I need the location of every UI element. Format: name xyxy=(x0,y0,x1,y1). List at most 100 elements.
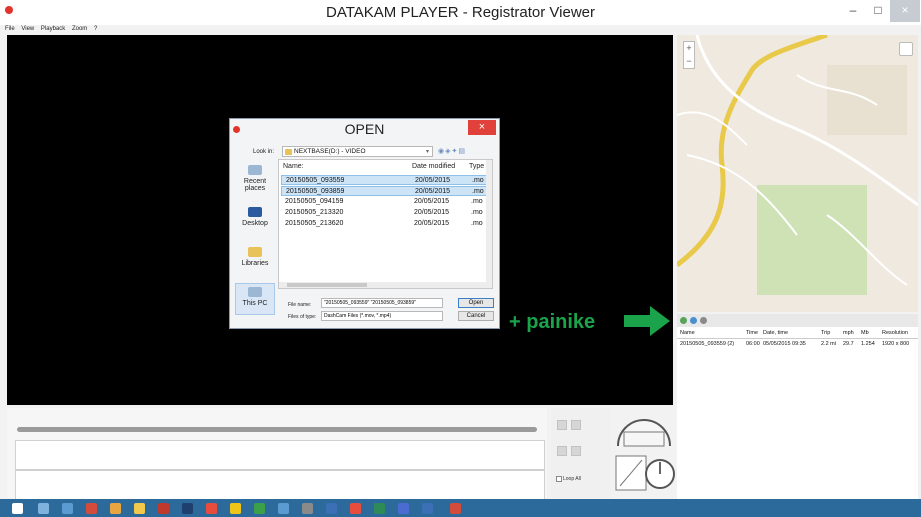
menu-view[interactable]: View xyxy=(21,25,34,34)
file-row[interactable]: 20150505_213620 20/05/2015 .mo xyxy=(281,219,487,229)
annotation-label: + painike xyxy=(509,311,596,333)
place-recent[interactable]: Recent places xyxy=(235,165,275,192)
file-name-label: File name: xyxy=(288,302,312,308)
taskbar-app-icon[interactable] xyxy=(302,503,313,514)
col-file-name[interactable]: Name: xyxy=(283,163,304,170)
next-icon[interactable] xyxy=(571,446,581,456)
col-date-time[interactable]: Date, time xyxy=(763,330,788,336)
menu-playback[interactable]: Playback xyxy=(41,25,65,34)
add-icon[interactable] xyxy=(680,317,687,324)
taskbar-app-icon[interactable] xyxy=(254,503,265,514)
graph-track[interactable] xyxy=(15,440,545,470)
playback-controls: Loop All xyxy=(551,408,611,498)
remove-icon[interactable] xyxy=(690,317,697,324)
zoom-out-button[interactable]: − xyxy=(684,55,694,68)
graph-track[interactable] xyxy=(15,470,545,500)
place-label: Libraries xyxy=(241,260,269,267)
taskbar-app-icon[interactable] xyxy=(374,503,385,514)
zoom-in-button[interactable]: + xyxy=(684,42,694,55)
taskbar-app-icon[interactable] xyxy=(450,503,461,514)
map-zoom-control[interactable]: + − xyxy=(683,41,695,69)
start-icon[interactable] xyxy=(12,503,23,514)
taskbar-app-icon[interactable] xyxy=(230,503,241,514)
place-desktop[interactable]: Desktop xyxy=(235,207,275,227)
taskbar-app-icon[interactable] xyxy=(134,503,145,514)
table-row[interactable]: 20150505_093559 (2) 06:00 05/05/2015 09:… xyxy=(677,340,918,350)
map-view[interactable]: + − xyxy=(677,35,918,312)
dialog-title: OPEN xyxy=(344,121,385,137)
file-row[interactable]: 20150505_093859 20/05/2015 .mo xyxy=(281,186,487,196)
timeline-area xyxy=(7,408,547,500)
file-type: .mo xyxy=(472,188,484,195)
place-libraries[interactable]: Libraries xyxy=(235,247,275,267)
file-date: 20/05/2015 xyxy=(414,220,450,227)
chevron-down-icon: ▾ xyxy=(425,149,429,155)
menu-zoom[interactable]: Zoom xyxy=(72,25,87,34)
menu-help[interactable]: ? xyxy=(94,25,97,34)
close-button[interactable]: × xyxy=(890,0,920,22)
file-type: .mo xyxy=(471,209,483,216)
taskbar-app-icon[interactable] xyxy=(62,503,73,514)
file-name: 20150505_213320 xyxy=(285,209,344,216)
prev-icon[interactable] xyxy=(557,446,567,456)
places-sidebar: Recent places Desktop Libraries This PC xyxy=(235,159,275,315)
file-row[interactable]: 20150505_213320 20/05/2015 .mo xyxy=(281,208,487,218)
pause-icon[interactable] xyxy=(571,420,581,430)
look-in-select[interactable]: NEXTBASE(D:) - VIDEO ▾ xyxy=(282,146,433,157)
col-name[interactable]: Name xyxy=(680,330,695,336)
layers-icon[interactable] xyxy=(899,42,913,56)
taskbar-app-icon[interactable] xyxy=(38,503,49,514)
col-type[interactable]: Type xyxy=(469,163,484,170)
desktop-icon xyxy=(248,207,262,217)
list-toolbar xyxy=(677,314,918,327)
file-type-label: Files of type: xyxy=(288,314,317,320)
vertical-scrollbar[interactable] xyxy=(486,160,492,288)
col-mb[interactable]: Mb xyxy=(861,330,869,336)
dialog-close-button[interactable]: × xyxy=(468,120,496,135)
recordings-panel: Name Time Date, time Trip mph Mb Resolut… xyxy=(677,314,918,499)
scrollbar-thumb[interactable] xyxy=(287,283,367,287)
file-row[interactable]: 20150505_094159 20/05/2015 .mo xyxy=(281,197,487,207)
place-this-pc[interactable]: This PC xyxy=(235,283,275,315)
settings-icon[interactable] xyxy=(700,317,707,324)
taskbar-app-icon[interactable] xyxy=(182,503,193,514)
taskbar-app-icon[interactable] xyxy=(278,503,289,514)
speedometer-gauge xyxy=(617,419,671,447)
file-type: .mo xyxy=(471,198,483,205)
col-resolution[interactable]: Resolution xyxy=(882,330,908,336)
file-date: 20/05/2015 xyxy=(414,198,450,205)
file-type-select[interactable]: DashCam Files (*.mov, *.mp4) xyxy=(321,311,443,321)
play-icon[interactable] xyxy=(557,420,567,430)
row-time: 06:00 xyxy=(746,341,760,347)
open-button[interactable]: Open xyxy=(458,298,494,308)
col-trip[interactable]: Trip xyxy=(821,330,830,336)
file-name: 20150505_094159 xyxy=(285,198,344,205)
taskbar-app-icon[interactable] xyxy=(158,503,169,514)
col-time[interactable]: Time xyxy=(746,330,758,336)
col-mph[interactable]: mph xyxy=(843,330,854,336)
place-label: This PC xyxy=(242,300,268,307)
maximize-button[interactable]: □ xyxy=(866,0,890,22)
map-graphic xyxy=(677,35,918,312)
view-menu-icon[interactable]: ▤ xyxy=(458,148,466,155)
menu-file[interactable]: File xyxy=(5,25,15,34)
taskbar-app-icon[interactable] xyxy=(206,503,217,514)
dialog-toolbar: ◉◈✦▤ xyxy=(438,147,466,155)
file-name-input[interactable]: "20150505_093559" "20150505_093859" xyxy=(321,298,443,308)
taskbar-app-icon[interactable] xyxy=(326,503,337,514)
taskbar-app-icon[interactable] xyxy=(86,503,97,514)
horizontal-scrollbar[interactable] xyxy=(279,282,486,288)
file-row[interactable]: 20150505_093559 20/05/2015 .mo xyxy=(281,175,487,185)
app-window: DATAKAM PLAYER - Registrator Viewer – □ … xyxy=(0,0,921,517)
seek-bar[interactable] xyxy=(17,427,537,432)
col-date-modified[interactable]: Date modified xyxy=(412,163,455,170)
file-date: 20/05/2015 xyxy=(415,177,451,184)
loop-checkbox[interactable] xyxy=(556,476,562,482)
taskbar-app-icon[interactable] xyxy=(398,503,409,514)
cancel-button[interactable]: Cancel xyxy=(458,311,494,321)
minimize-button[interactable]: – xyxy=(840,0,866,22)
taskbar-app-icon[interactable] xyxy=(422,503,433,514)
taskbar-app-icon[interactable] xyxy=(350,503,361,514)
place-label: Recent places xyxy=(243,178,267,192)
taskbar-app-icon[interactable] xyxy=(110,503,121,514)
